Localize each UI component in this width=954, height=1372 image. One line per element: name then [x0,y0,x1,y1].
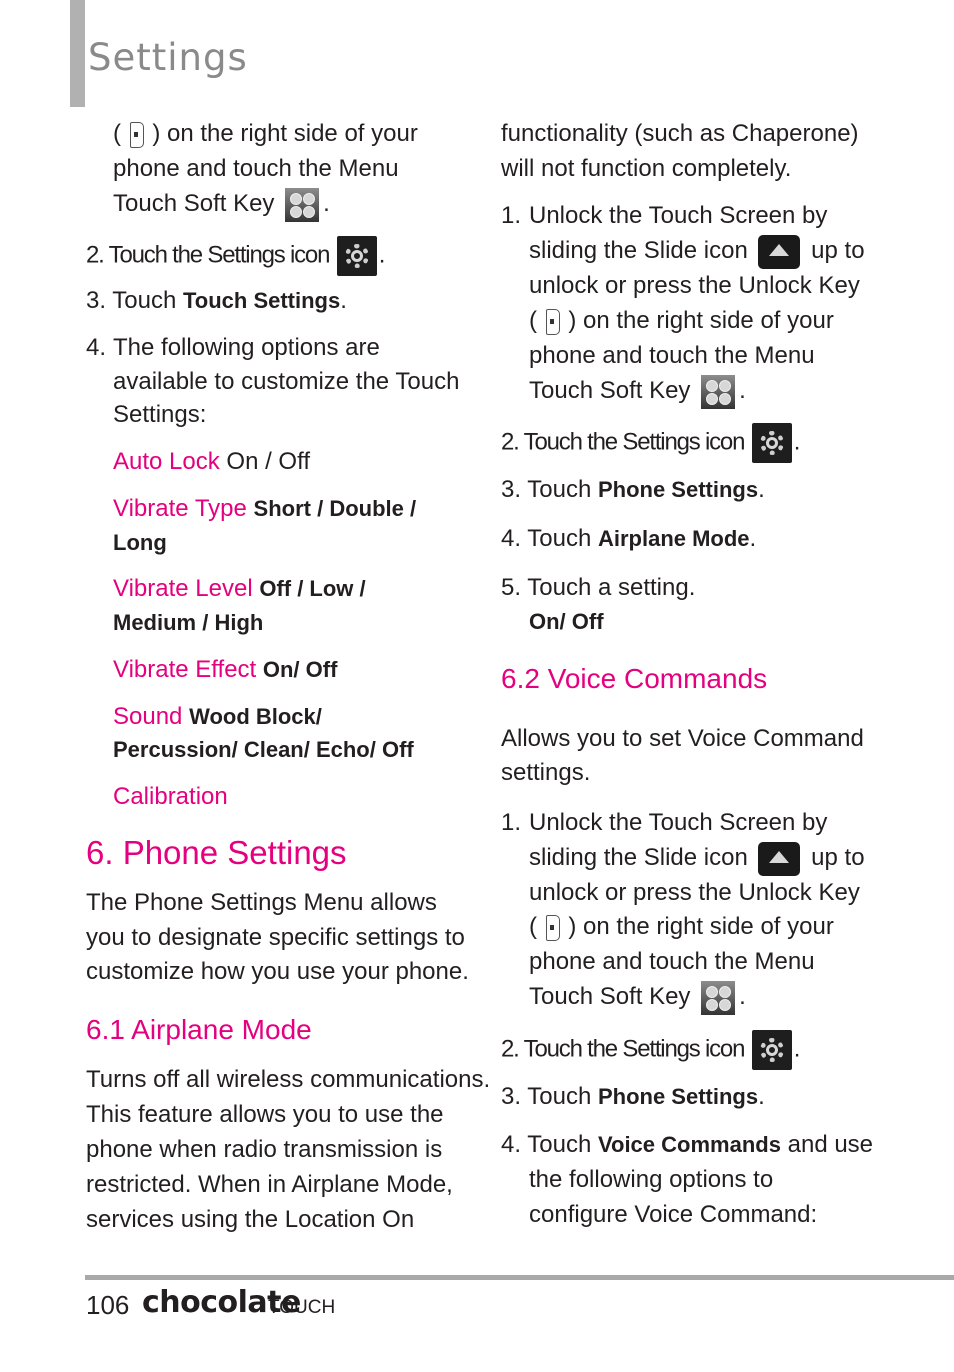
option-sound: Sound Wood Block/ [113,703,322,730]
continued-line: functionality (such as Chaperone) [501,120,859,147]
voice-step-4-line: the following options to [529,1166,774,1193]
step-3: 3. Touch Touch Settings. [86,287,347,314]
unlock-key-icon [129,121,144,148]
airplane-step-1-line: sliding the Slide icon up to [529,233,865,269]
airplane-step-5: 5. Touch a setting. [501,574,696,601]
voice-step-1-line: Unlock the Touch Screen by [529,809,828,836]
page-number: 106 [86,1290,130,1320]
voice-step-1-line: sliding the Slide icon up to [529,840,865,876]
footer-rule [85,1275,954,1280]
slide-icon [758,234,801,269]
step-4-line: Settings: [113,401,207,428]
intro-line-3: Touch Soft Key . [113,186,330,222]
continued-line: will not function completely. [501,155,792,182]
voice-step-1-line: unlock or press the Unlock Key [529,879,860,906]
option-vibrate-level: Vibrate Level Off / Low / [113,575,366,602]
voice-step-3: 3. Touch Phone Settings. [501,1083,765,1110]
option-vibrate-effect: Vibrate Effect On/ Off [113,656,338,683]
airplane-step-1-line: ( ) on the right side of your [529,307,834,335]
airplane-body-line: Turns off all wireless communications. [86,1066,491,1093]
option-auto-lock: Auto Lock On / Off [113,448,310,475]
airplane-step-5-values: On/ Off [529,609,604,634]
voice-step-1-line: ( ) on the right side of your [529,913,834,941]
section-body-line: customize how you use your phone. [86,958,469,985]
page-title: Settings [88,36,248,79]
airplane-body-line: restricted. When in Airplane Mode, [86,1171,453,1198]
voice-step-1-num: 1. [501,809,522,836]
airplane-step-2: 2. Touch the Settings icon . [501,423,800,463]
step-2: 2. Touch the Settings icon . [86,236,385,276]
settings-gear-icon [751,1030,792,1070]
unlock-key-icon [545,308,560,335]
airplane-step-1-line: unlock or press the Unlock Key [529,272,860,299]
airplane-step-1-line: Touch Soft Key . [529,373,746,409]
menu-soft-key-icon [701,980,736,1015]
step-4-num: 4. [86,334,107,361]
voice-step-1-line: phone and touch the Menu [529,948,815,975]
intro-line-2: phone and touch the Menu [113,155,399,182]
airplane-body-line: This feature allows you to use the [86,1101,444,1128]
intro-line-1: ( ) on the right side of your [113,120,418,148]
voice-step-4-line: configure Voice Command: [529,1201,818,1228]
voice-step-4: 4. Touch Voice Commands and use [501,1131,874,1158]
airplane-step-1-line: Unlock the Touch Screen by [529,202,828,229]
step-4-line: The following options are [113,334,380,361]
menu-soft-key-icon [285,187,320,222]
airplane-step-3: 3. Touch Phone Settings. [501,476,765,503]
option-sound-cont: Percussion/ Clean/ Echo/ Off [113,737,414,762]
slide-icon [758,841,801,876]
menu-soft-key-icon [701,374,736,409]
option-vibrate-level-cont: Medium / High [113,610,264,635]
airplane-body-line: services using the Location On [86,1206,415,1233]
brand-suffix: TOUCH [268,1297,336,1318]
section-body-line: The Phone Settings Menu allows [86,889,437,916]
section-body-line: you to designate specific settings to [86,924,465,951]
unlock-key-icon [545,914,560,941]
option-calibration: Calibration [113,783,228,810]
voice-step-2: 2. Touch the Settings icon . [501,1030,800,1070]
airplane-body-line: phone when radio transmission is [86,1136,443,1163]
voice-step-1-line: Touch Soft Key . [529,979,746,1015]
airplane-step-1-line: phone and touch the Menu [529,342,815,369]
settings-gear-icon [751,423,792,463]
airplane-step-1-num: 1. [501,202,522,229]
section-title-phone-settings: 6. Phone Settings [86,834,347,871]
subsection-title-airplane-mode: 6.1 Airplane Mode [86,1014,312,1045]
option-vibrate-type-cont: Long [113,530,167,555]
settings-gear-icon [336,236,377,276]
step-4-line: available to customize the Touch [113,368,460,395]
voice-body-line: Allows you to set Voice Command [501,725,864,752]
subsection-title-voice-commands: 6.2 Voice Commands [501,663,768,694]
voice-body-line: settings. [501,759,591,786]
header-side-bar [70,0,85,107]
airplane-step-4: 4. Touch Airplane Mode. [501,525,757,552]
option-vibrate-type: Vibrate Type Short / Double / [113,495,417,522]
